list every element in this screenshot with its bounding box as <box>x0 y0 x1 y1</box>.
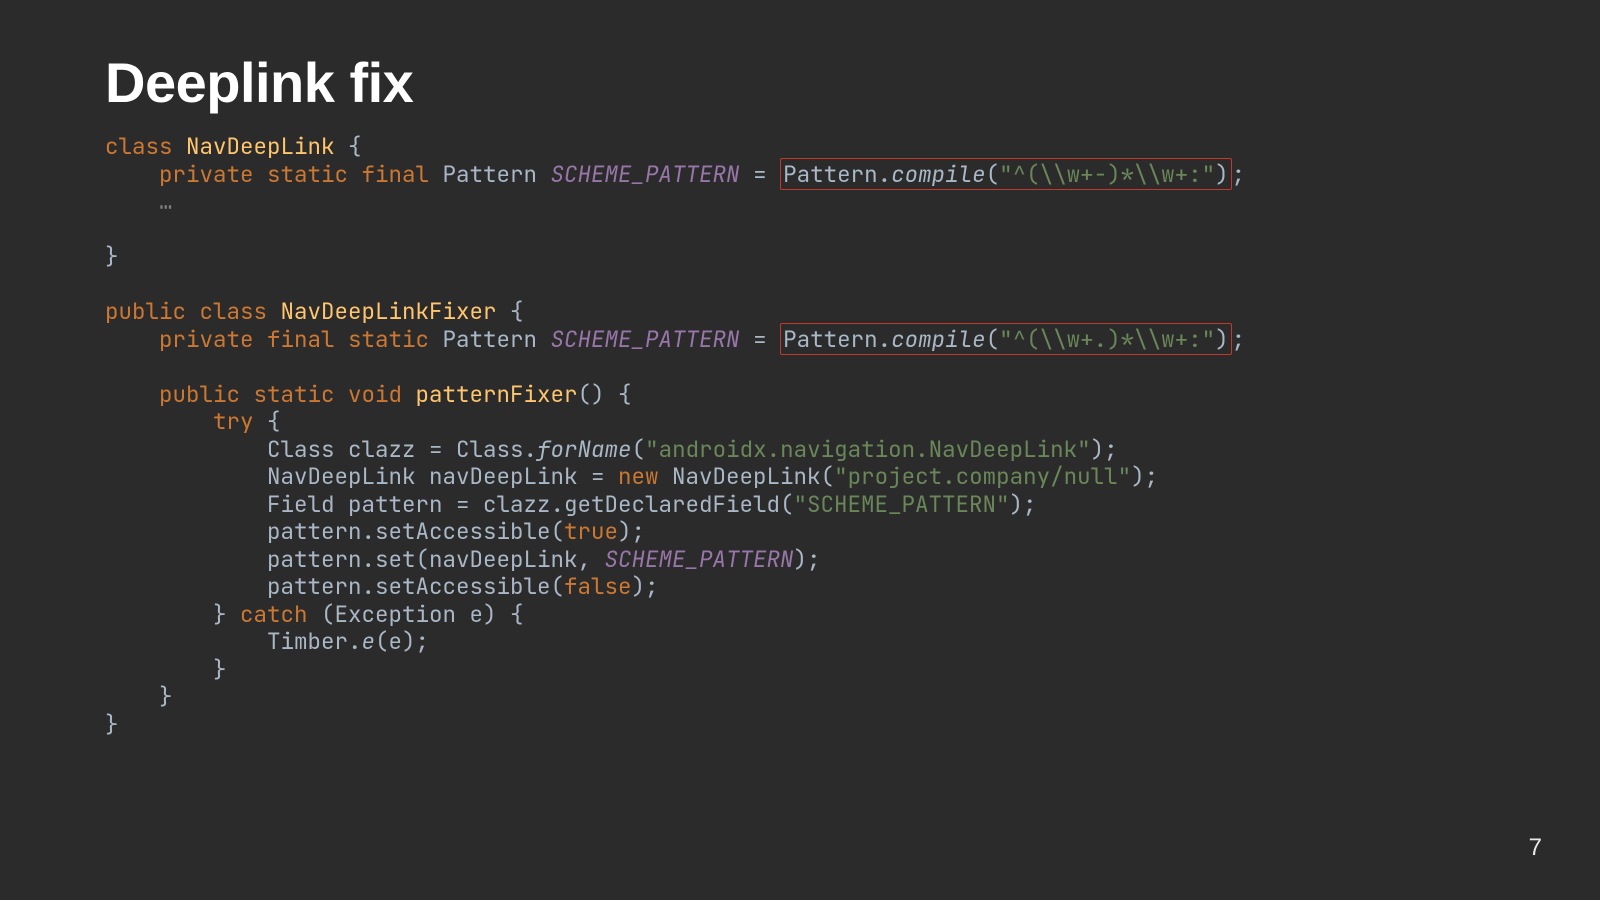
code-token <box>173 131 187 161</box>
code-token: pattern.setAccessible( <box>267 516 564 546</box>
code-token: ); <box>632 571 659 601</box>
code-token: NavDeepLinkFixer <box>267 296 497 326</box>
code-token: public class <box>105 296 267 326</box>
code-token: new <box>618 461 659 491</box>
slide-title: Deeplink fix <box>105 50 1495 115</box>
code-token: ); <box>1091 434 1118 464</box>
slide: Deeplink fix class NavDeepLink { private… <box>0 0 1600 900</box>
code-token: Pattern <box>429 324 551 354</box>
code-token: pattern.set(navDeepLink, <box>267 544 605 574</box>
code-token: Pattern. <box>783 159 891 189</box>
code-token: ; <box>1232 159 1246 189</box>
highlight-box-2: Pattern.compile("^(\\w+.)*\\w+:") <box>780 323 1232 355</box>
code-token: (e); <box>375 626 429 656</box>
code-token: ); <box>794 544 821 574</box>
code-token: ); <box>1131 461 1158 491</box>
code-token: try <box>213 406 254 436</box>
code-token: { <box>254 406 281 436</box>
code-token: ) <box>1215 324 1229 354</box>
code-token: public static void <box>159 379 402 409</box>
code-token: } <box>213 599 240 629</box>
code-token: true <box>564 516 618 546</box>
code-token: class <box>105 131 173 161</box>
code-token: Timber. <box>267 626 362 656</box>
code-token: NavDeepLink navDeepLink = <box>267 461 618 491</box>
code-token: } <box>159 681 173 711</box>
code-token: patternFixer <box>402 379 578 409</box>
code-token: false <box>564 571 632 601</box>
code-token: ); <box>1010 489 1037 519</box>
code-token: e <box>362 626 376 656</box>
code-token: SCHEME_PATTERN <box>605 544 794 574</box>
code-token: { <box>335 131 362 161</box>
code-token: Pattern. <box>783 324 891 354</box>
code-token: = <box>740 159 781 189</box>
code-token: Class clazz = Class. <box>267 434 537 464</box>
code-token: } <box>105 709 119 739</box>
code-block: class NavDeepLink { private static final… <box>105 133 1495 738</box>
code-token: catch <box>240 599 308 629</box>
code-token: = <box>740 324 781 354</box>
page-number: 7 <box>1529 834 1542 862</box>
code-token: "^(\\w+.)*\\w+:" <box>999 324 1215 354</box>
code-token: } <box>105 241 119 271</box>
code-token: "SCHEME_PATTERN" <box>794 489 1010 519</box>
code-token: ; <box>1232 324 1246 354</box>
code-token: compile <box>891 324 986 354</box>
code-token: pattern.setAccessible( <box>267 571 564 601</box>
code-token: private final static <box>159 324 429 354</box>
code-token: Field pattern = clazz.getDeclaredField( <box>267 489 794 519</box>
highlight-box-1: Pattern.compile("^(\\w+-)*\\w+:") <box>780 158 1232 190</box>
code-token: private static final <box>159 159 429 189</box>
code-token: NavDeepLink <box>186 131 335 161</box>
code-token: "androidx.navigation.NavDeepLink" <box>645 434 1091 464</box>
code-token: NavDeepLink( <box>659 461 835 491</box>
code-token: compile <box>891 159 986 189</box>
code-token: SCHEME_PATTERN <box>551 324 740 354</box>
code-token: { <box>497 296 524 326</box>
code-token: ( <box>986 324 1000 354</box>
code-token: Pattern <box>429 159 551 189</box>
code-token: } <box>213 654 227 684</box>
code-token: ( <box>986 159 1000 189</box>
code-token: "^(\\w+-)*\\w+:" <box>999 159 1215 189</box>
code-token: SCHEME_PATTERN <box>551 159 740 189</box>
code-token: "project.company/null" <box>834 461 1131 491</box>
code-token: ( <box>632 434 646 464</box>
code-token: ) <box>1215 159 1229 189</box>
code-ellipsis: … <box>159 186 173 216</box>
code-token: (Exception e) { <box>308 599 524 629</box>
code-token: ); <box>618 516 645 546</box>
code-token: forName <box>537 434 632 464</box>
code-token: () { <box>578 379 632 409</box>
